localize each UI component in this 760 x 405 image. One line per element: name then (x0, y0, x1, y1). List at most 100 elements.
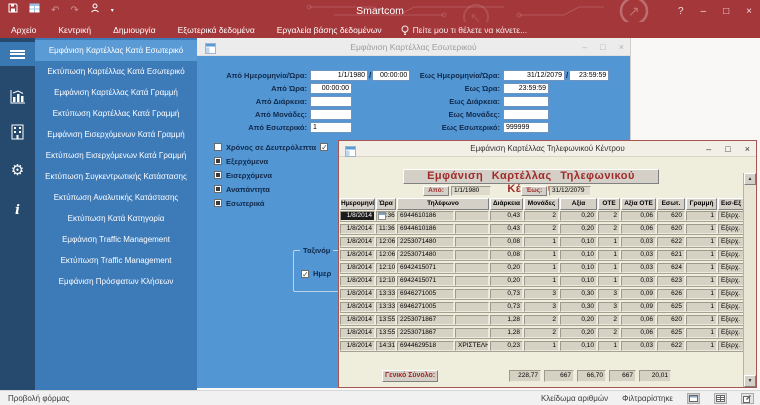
cell[interactable]: 0,73 (490, 289, 523, 299)
cell[interactable]: 0,06 (621, 224, 656, 234)
cell[interactable]: 13:55 (376, 328, 396, 338)
datasheet-close-button[interactable]: × (745, 144, 750, 154)
from-date-input[interactable]: 1/1/1980 (310, 70, 368, 81)
cell[interactable]: 1/8/2014 (340, 263, 375, 273)
checkbox-icon[interactable] (214, 171, 222, 179)
cell[interactable]: 1 (686, 211, 717, 221)
vertical-scrollbar[interactable]: ▲ ▼ (743, 173, 756, 387)
cell[interactable]: 1 (598, 276, 620, 286)
form-input[interactable] (503, 109, 549, 120)
cell[interactable]: 2253071867 (397, 315, 454, 325)
cell[interactable]: 625 (657, 328, 685, 338)
form-input[interactable] (310, 96, 352, 107)
cell[interactable]: 1,28 (490, 328, 523, 338)
cell[interactable] (455, 289, 489, 299)
call-type-checkbox-row[interactable]: Αναπάντητα (214, 182, 328, 196)
cell[interactable]: Εξερχ. (718, 315, 744, 325)
building-icon[interactable] (0, 120, 35, 144)
cell[interactable]: 0,08 (490, 250, 523, 260)
sidebar-item[interactable]: Εμφάνιση Καρτέλλας Κατά Γραμμή (35, 82, 197, 103)
scroll-up-icon[interactable]: ▲ (744, 173, 756, 185)
cell[interactable]: 0,73 (490, 302, 523, 312)
cell[interactable]: Εξερχ. (718, 237, 744, 247)
sidebar-item[interactable]: Εκτύπωση Αναλυτικής Κατάστασης (35, 187, 197, 208)
cell[interactable]: 1 (598, 341, 620, 351)
cell[interactable]: 12:06 (376, 250, 396, 260)
sidebar-item[interactable]: Εμφάνιση Εισερχόμενων Κατά Γραμμή (35, 124, 197, 145)
column-header[interactable]: Γραμμή (686, 198, 717, 210)
cell[interactable]: 2 (524, 224, 559, 234)
cell[interactable]: 624 (657, 263, 685, 273)
column-header[interactable]: Διάρκεια (490, 198, 523, 210)
cell[interactable]: 1 (686, 328, 717, 338)
cell[interactable]: 12:10 (376, 263, 396, 273)
cell[interactable]: 6946271005 (397, 289, 454, 299)
sidebar-item[interactable]: Εκτύπωση Συγκεντρωτικής Κατάστασης (35, 166, 197, 187)
checkbox-icon[interactable] (214, 157, 222, 165)
cell[interactable]: 620 (657, 315, 685, 325)
sort-date-checkbox[interactable]: Ημερ (301, 269, 331, 278)
cell[interactable]: Εξερχ. (718, 250, 744, 260)
call-type-checkbox-row[interactable]: Εσωτερικά (214, 196, 328, 210)
cell[interactable]: 6944610186 (397, 224, 454, 234)
cell[interactable]: 626 (657, 289, 685, 299)
cell[interactable]: 0,03 (621, 341, 656, 351)
cell[interactable]: 1/8/2014 (340, 289, 375, 299)
cell[interactable]: 1/8/2014 (340, 250, 375, 260)
sidebar-item[interactable]: Εκτύπωση Κατά Κατηγορία (35, 208, 197, 229)
cell[interactable]: 1 (686, 250, 717, 260)
cell[interactable]: 1 (686, 289, 717, 299)
date-picker-icon[interactable] (378, 212, 386, 220)
form-view-icon[interactable] (687, 393, 700, 404)
cell[interactable]: 1 (524, 263, 559, 273)
cell[interactable]: 1/8/2014 (340, 276, 375, 286)
cell[interactable] (455, 263, 489, 273)
cell[interactable]: Εξερχ. (718, 328, 744, 338)
cell[interactable]: 0,03 (621, 263, 656, 273)
cell[interactable]: 0,03 (621, 276, 656, 286)
cell[interactable]: Εξερχ. (718, 263, 744, 273)
cell[interactable] (455, 315, 489, 325)
form-input[interactable]: 1 (310, 122, 352, 133)
cell[interactable]: 1 (524, 237, 559, 247)
cell[interactable]: 2253071480 (397, 237, 454, 247)
sidebar-item[interactable]: Εμφάνιση Καρτέλλας Κατά Εσωτερικό (35, 40, 197, 61)
cell[interactable]: 0,03 (621, 250, 656, 260)
cell[interactable]: 1 (686, 237, 717, 247)
cell[interactable]: 3 (598, 302, 620, 312)
checkbox-icon[interactable] (301, 270, 309, 278)
checkbox-icon[interactable] (320, 143, 328, 151)
from-time-input[interactable]: 00:00:00 (372, 70, 410, 81)
cell[interactable]: 1/8/2014 (340, 211, 375, 221)
cell[interactable]: 0,30 (560, 302, 597, 312)
cell[interactable]: 0,09 (621, 289, 656, 299)
cell[interactable] (455, 224, 489, 234)
column-header[interactable]: Ημερομηνία (340, 198, 375, 210)
form-minimize-button[interactable]: – (582, 42, 587, 52)
cell[interactable]: 2 (524, 315, 559, 325)
cell[interactable]: 0,20 (560, 328, 597, 338)
cell[interactable]: 1 (524, 250, 559, 260)
layout-view-icon[interactable] (741, 393, 754, 404)
sidebar-item[interactable]: Εκτύπωση Καρτέλλας Κατά Εσωτερικό (35, 61, 197, 82)
cell[interactable]: ΧΡΙΣΤΕΛΗΚΕΛ (455, 341, 489, 351)
sidebar-item[interactable]: Εκτύπωση Traffic Management (35, 250, 197, 271)
cell[interactable]: 622 (657, 341, 685, 351)
cell[interactable]: Εξερχ. (718, 224, 744, 234)
column-header[interactable]: Τηλέφωνο (397, 198, 489, 210)
cell[interactable]: 11:36 (376, 224, 396, 234)
cell[interactable]: 1 (524, 341, 559, 351)
cell[interactable]: 13:33 (376, 302, 396, 312)
cell[interactable] (455, 237, 489, 247)
datasheet-minimize-button[interactable]: – (706, 144, 711, 154)
cell[interactable]: 1 (598, 250, 620, 260)
maximize-button[interactable]: □ (723, 6, 729, 17)
cell[interactable]: 13:33 (376, 289, 396, 299)
ribbon-tab-1[interactable]: Κεντρική (47, 22, 102, 38)
form-input[interactable]: 23:59:59 (503, 83, 549, 94)
column-header[interactable]: Αξία ΟΤΕ (621, 198, 656, 210)
cell[interactable]: 1 (598, 263, 620, 273)
cell[interactable]: 1/8/2014 (340, 224, 375, 234)
cell[interactable]: 6942415071 (397, 276, 454, 286)
to-time-input[interactable]: 23:59:59 (569, 70, 609, 81)
